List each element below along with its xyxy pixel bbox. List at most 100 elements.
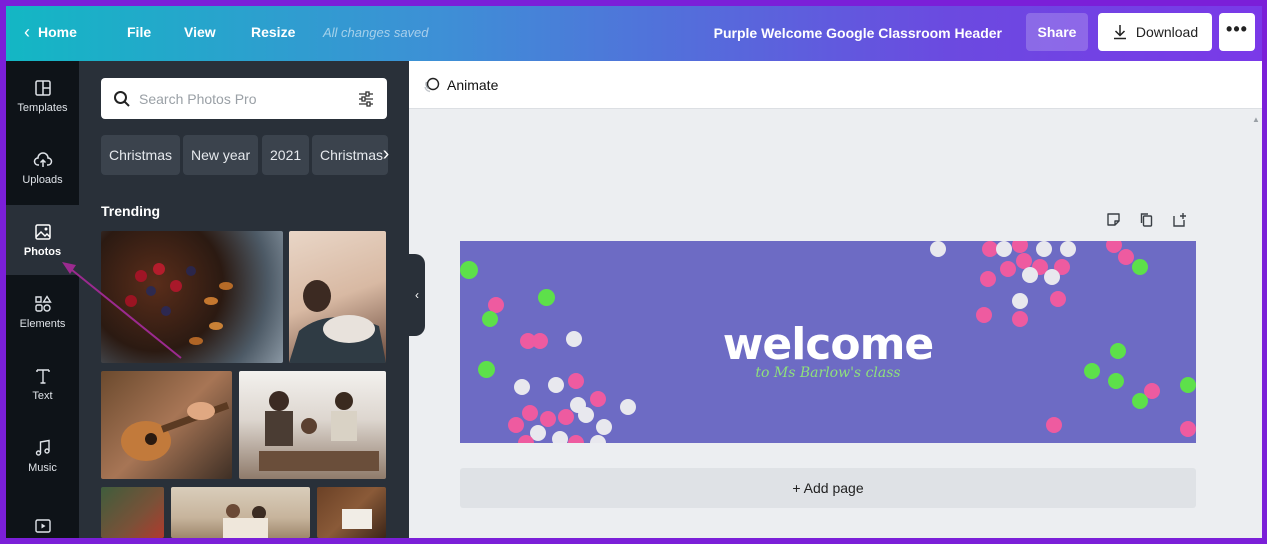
- rail-item-photos[interactable]: Photos: [6, 205, 79, 275]
- search-box[interactable]: [101, 78, 387, 119]
- confetti-dot: [930, 241, 946, 257]
- photo-icon: [34, 224, 51, 240]
- confetti-dot: [996, 241, 1012, 257]
- photo-reading[interactable]: [317, 487, 386, 538]
- photo-relaxing-person[interactable]: [289, 231, 386, 363]
- confetti-dot: [540, 411, 556, 427]
- photos-panel: Christmas New year 2021 Christmas › Tren…: [79, 61, 409, 538]
- chip-2021[interactable]: 2021: [262, 135, 310, 175]
- rail-item-uploads[interactable]: Uploads: [6, 133, 79, 203]
- add-page-button[interactable]: + Add page: [460, 468, 1196, 508]
- photo-berry-pie[interactable]: [101, 231, 283, 363]
- design-page[interactable]: welcome to Ms Barlow's class: [460, 241, 1196, 443]
- design-title[interactable]: welcome: [460, 319, 1196, 370]
- confetti-dot: [980, 271, 996, 287]
- confetti-dot: [1012, 241, 1028, 253]
- confetti-dot: [1012, 293, 1028, 309]
- scroll-up-arrow[interactable]: ▲: [1252, 115, 1260, 124]
- photo-ukulele[interactable]: [101, 371, 232, 479]
- confetti-dot: [522, 405, 538, 421]
- confetti-dot: [620, 399, 636, 415]
- confetti-dot: [1118, 249, 1134, 265]
- rail-item-text[interactable]: Text: [6, 349, 79, 419]
- confetti-dot: [1046, 417, 1062, 433]
- share-button[interactable]: Share: [1026, 13, 1088, 51]
- rail-item-elements[interactable]: Elements: [6, 277, 79, 347]
- download-icon: [1113, 25, 1126, 40]
- chevron-left-icon: ‹: [24, 22, 30, 42]
- resize-menu[interactable]: Resize: [251, 24, 295, 40]
- rail-label-text: Text: [32, 390, 53, 402]
- confetti-dot: [508, 417, 524, 433]
- upload-cloud-icon: [33, 152, 52, 167]
- confetti-dot: [1036, 241, 1052, 257]
- confetti-dot: [1050, 291, 1066, 307]
- photo-relaxing-person-art: [289, 280, 386, 363]
- rail-item-templates[interactable]: Templates: [6, 61, 79, 131]
- toolbar: Animate: [409, 61, 1262, 109]
- animate-icon[interactable]: [423, 76, 441, 94]
- add-page-icon[interactable]: [1171, 211, 1188, 228]
- confetti-dot: [1132, 393, 1148, 409]
- section-title-trending: Trending: [101, 203, 161, 219]
- file-menu[interactable]: File: [127, 24, 151, 40]
- save-status: All changes saved: [323, 25, 429, 40]
- rail-item-music[interactable]: Music: [6, 421, 79, 491]
- confetti-dot: [552, 431, 568, 443]
- view-menu[interactable]: View: [184, 24, 216, 40]
- duplicate-page-icon[interactable]: [1138, 211, 1155, 228]
- photo-berry-pie-art: [125, 263, 233, 345]
- confetti-dot: [590, 435, 606, 443]
- confetti-dot: [590, 391, 606, 407]
- photo-family-cooking-art: [259, 391, 379, 471]
- confetti-dot: [1000, 261, 1016, 277]
- search-input[interactable]: [139, 90, 357, 107]
- editor-area: Animate ▲ welcome to Ms Barlow's class +…: [409, 61, 1262, 538]
- video-icon: [34, 519, 51, 533]
- design-subtitle[interactable]: to Ms Barlow's class: [460, 365, 1196, 381]
- chip-new-year[interactable]: New year: [183, 135, 259, 175]
- left-rail: Templates Uploads Photos Elements Text M…: [6, 61, 79, 538]
- download-label: Download: [1135, 24, 1199, 40]
- rail-label-photos: Photos: [23, 246, 62, 258]
- rail-label-music: Music: [28, 462, 57, 474]
- confetti-dot: [514, 379, 530, 395]
- document-title[interactable]: Purple Welcome Google Classroom Header: [714, 25, 1002, 41]
- more-options-button[interactable]: •••: [1219, 13, 1255, 51]
- rail-item-videos[interactable]: [6, 491, 79, 538]
- confetti-dot: [1060, 241, 1076, 257]
- rail-label-uploads: Uploads: [22, 174, 63, 186]
- photo-family-cooking[interactable]: [239, 371, 386, 479]
- confetti-dot: [558, 409, 574, 425]
- photo-couple-art: [223, 504, 268, 538]
- download-button[interactable]: Download: [1098, 13, 1212, 51]
- page-notes-icon[interactable]: [1105, 211, 1122, 228]
- home-button[interactable]: ‹ Home: [24, 22, 77, 42]
- filter-sliders-icon[interactable]: [357, 90, 375, 108]
- confetti-dot: [1180, 421, 1196, 437]
- suggestion-chips: Christmas New year 2021 Christmas ›: [101, 135, 401, 175]
- confetti-dot: [578, 407, 594, 423]
- photo-holiday-wreath[interactable]: [101, 487, 164, 538]
- page-tools: [1105, 211, 1188, 228]
- chip-christmas[interactable]: Christmas: [101, 135, 181, 175]
- animate-button[interactable]: Animate: [447, 77, 498, 93]
- photo-ukulele-art: [121, 402, 230, 461]
- confetti-dot: [460, 261, 478, 279]
- music-note-icon: [35, 439, 50, 456]
- chevron-right-icon[interactable]: ›: [371, 135, 401, 175]
- confetti-dot: [1022, 267, 1038, 283]
- confetti-dot: [1132, 259, 1148, 275]
- photo-reading-art: [342, 509, 372, 529]
- confetti-dot: [568, 435, 584, 443]
- rail-label-elements: Elements: [19, 318, 66, 330]
- templates-icon: [34, 80, 51, 96]
- home-label: Home: [38, 24, 77, 40]
- search-icon: [114, 90, 130, 107]
- text-icon: [35, 369, 50, 384]
- confetti-dot: [538, 289, 555, 306]
- shapes-icon: [34, 295, 52, 312]
- confetti-dot: [596, 419, 612, 435]
- top-bar: ‹ Home File View Resize All changes save…: [6, 6, 1262, 61]
- photo-couple[interactable]: [171, 487, 310, 538]
